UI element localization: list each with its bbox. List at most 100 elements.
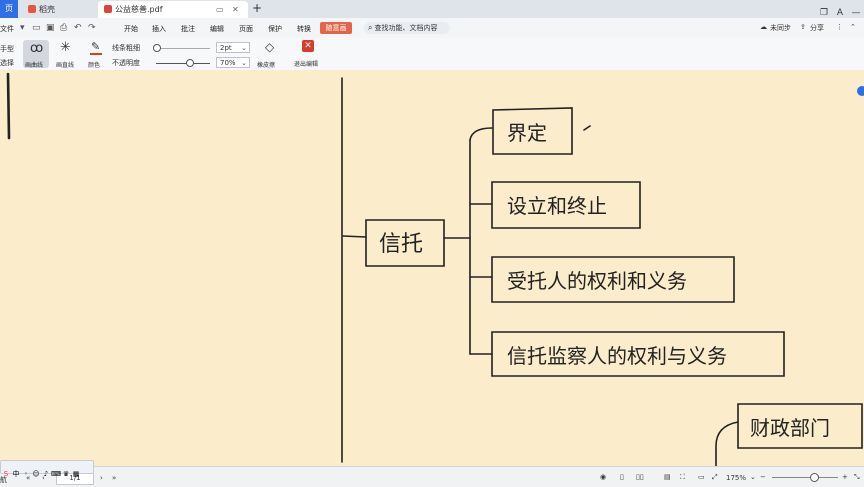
mindmap-strokes — [6, 72, 863, 466]
curve-pen-button[interactable]: ꝏ 画曲线 — [23, 40, 49, 69]
tab-docer[interactable]: 稻壳 — [22, 1, 96, 18]
mindmap-branch-supervisor[interactable]: 信托监察人的权利与义务 — [507, 340, 727, 369]
next-page-icon[interactable]: › — [100, 474, 103, 482]
opacity-value: 70% — [220, 59, 236, 67]
eraser-button[interactable]: ◇ 橡皮擦 — [256, 40, 286, 69]
status-bar: 航 « ‹ 1/1 › » ◉ ▯ ▯▯ ▤ ⛶ ▭ ⤢ 175% ⌄ − + … — [0, 466, 864, 487]
menu-convert[interactable]: 转换 — [297, 24, 311, 34]
menu-insert[interactable]: 插入 — [152, 24, 166, 34]
eye-icon[interactable]: ◉ — [600, 473, 606, 481]
collapse-icon[interactable]: ⌃ — [850, 23, 856, 31]
chevron-down-icon: ⌄ — [241, 59, 247, 67]
zoom-in-icon[interactable]: + — [842, 473, 848, 481]
skin-icon[interactable]: ♛ — [61, 468, 71, 480]
mindmap-branch-definition[interactable]: 界定 — [507, 117, 547, 146]
curve-pen-label: 画曲线 — [25, 62, 44, 69]
select-tool-label[interactable]: 选择 — [0, 58, 14, 68]
tab-bar: 页 稻壳 公益慈善.pdf ▭ ✕ + ❐ A — — [0, 0, 864, 18]
toolbox-icon[interactable]: ▦ — [71, 468, 81, 480]
expand-icon[interactable]: ⤡ — [854, 473, 860, 482]
fullscreen-icon[interactable]: ⤢ — [712, 473, 718, 482]
exit-edit-icon[interactable]: ✕ — [302, 40, 314, 52]
zoom-level[interactable]: 175% — [726, 474, 746, 482]
hand-tool-label[interactable]: 手型 — [0, 44, 14, 54]
sync-status[interactable]: 未同步 — [770, 23, 791, 33]
tab-freehand-draw[interactable]: 随意画 — [320, 22, 352, 34]
new-tab-button[interactable]: + — [252, 1, 262, 15]
exit-edit-button[interactable]: 退出编辑 — [294, 59, 318, 68]
mindmap-root-node[interactable]: 信托 — [379, 226, 423, 258]
sync-icon[interactable]: ☁ — [760, 23, 767, 31]
mindmap-branch-trustee[interactable]: 受托人的权利和义务 — [507, 265, 687, 294]
floating-assist-icon[interactable] — [857, 86, 864, 96]
opacity-label: 不透明度 — [112, 59, 140, 67]
punctuation-icon[interactable]: ◦ — [21, 468, 31, 480]
single-page-icon[interactable]: ▯ — [620, 473, 624, 481]
tab-label: 公益慈善.pdf — [115, 5, 163, 14]
sogou-icon[interactable]: S — [1, 468, 11, 480]
chinese-mode-icon[interactable]: 中 — [11, 468, 21, 480]
double-page-icon[interactable]: ▯▯ — [636, 473, 644, 481]
color-swatch — [90, 53, 102, 55]
opacity-slider-handle[interactable] — [186, 59, 194, 67]
screen-icon[interactable]: ▭ — [216, 1, 224, 18]
color-label: 颜色 — [88, 62, 101, 69]
more-menu-icon[interactable]: ⋮ — [836, 23, 843, 31]
mic-icon[interactable]: ♪ — [41, 468, 51, 480]
mindmap-branch-establish[interactable]: 设立和终止 — [507, 190, 607, 219]
menu-page[interactable]: 页面 — [239, 24, 253, 34]
more-icon[interactable]: ▾ — [20, 23, 25, 33]
menu-start[interactable]: 开始 — [124, 24, 138, 34]
eraser-icon: ◇ — [265, 40, 275, 54]
share-button[interactable]: 分享 — [810, 23, 824, 33]
menu-protect[interactable]: 保护 — [268, 24, 282, 34]
continuous-icon[interactable]: ▤ — [664, 473, 671, 481]
last-page-icon[interactable]: » — [112, 474, 116, 482]
close-tab-icon[interactable]: ✕ — [232, 1, 239, 18]
print-icon[interactable]: ⎙ — [60, 23, 67, 33]
home-tab[interactable]: 页 — [0, 0, 18, 18]
pen-icon: ✎ — [91, 40, 101, 53]
redo-icon[interactable]: ↷ — [88, 23, 96, 33]
ime-toolbar: S 中 ◦ ☺ ♪ ⌨ ♛ ▦ — [0, 460, 94, 478]
emoji-icon[interactable]: ☺ — [31, 468, 41, 480]
zoom-out-icon[interactable]: − — [760, 473, 766, 481]
opacity-slider[interactable] — [156, 63, 210, 64]
tab-label: 稻壳 — [39, 5, 55, 14]
straight-line-icon: ✳ — [60, 40, 71, 55]
tab-pdf[interactable]: 公益慈善.pdf ▭ ✕ — [98, 1, 248, 18]
search-icon: ⌕ — [368, 23, 373, 32]
mindmap-node-finance[interactable]: 财政部门 — [750, 412, 830, 441]
menu-file[interactable]: 文件 — [0, 24, 14, 34]
line-thickness-label: 线条粗细 — [112, 44, 140, 52]
pdf-icon — [104, 5, 112, 13]
color-button[interactable]: ✎ 颜色 — [86, 40, 108, 69]
open-folder-icon[interactable]: ▭ — [32, 23, 41, 33]
zoom-dropdown-icon[interactable]: ⌄ — [750, 473, 756, 481]
undo-icon[interactable]: ↶ — [74, 23, 82, 33]
curve-pen-icon: ꝏ — [30, 41, 44, 56]
straight-line-button[interactable]: ✳ 画直线 — [54, 40, 80, 69]
fit-width-icon[interactable]: ▭ — [698, 473, 705, 481]
fit-icon[interactable]: ⛶ — [680, 473, 685, 482]
thickness-slider[interactable] — [156, 48, 210, 49]
search-input[interactable]: ⌕ 查找功能、文档内容 — [364, 22, 450, 34]
straight-line-label: 画直线 — [56, 62, 75, 69]
zoom-slider-handle[interactable] — [810, 473, 819, 482]
document-canvas[interactable]: 信托 界定 设立和终止 受托人的权利和义务 信托监察人的权利与义务 财政部门 — [0, 70, 864, 466]
thickness-select[interactable]: 2pt ⌄ — [216, 42, 250, 53]
keyboard-icon[interactable]: ⌨ — [51, 468, 61, 480]
window-controls: ❐ A — — [816, 0, 864, 18]
opacity-select[interactable]: 70% ⌄ — [216, 57, 250, 68]
share-icon[interactable]: ⇪ — [800, 23, 806, 31]
draw-toolbar: 手型 选择 ꝏ 画曲线 ✳ 画直线 ✎ 颜色 线条粗细 不透明度 2pt ⌄ 70… — [0, 38, 864, 71]
save-icon[interactable]: ▣ — [46, 23, 55, 33]
chevron-down-icon: ⌄ — [241, 44, 247, 52]
eraser-label: 橡皮擦 — [257, 62, 276, 69]
search-placeholder: 查找功能、文档内容 — [374, 24, 438, 32]
menu-edit[interactable]: 编辑 — [210, 24, 224, 34]
docer-icon — [28, 5, 36, 13]
zoom-slider[interactable] — [772, 477, 838, 478]
menu-comment[interactable]: 批注 — [181, 24, 195, 34]
thickness-slider-handle[interactable] — [153, 44, 161, 52]
